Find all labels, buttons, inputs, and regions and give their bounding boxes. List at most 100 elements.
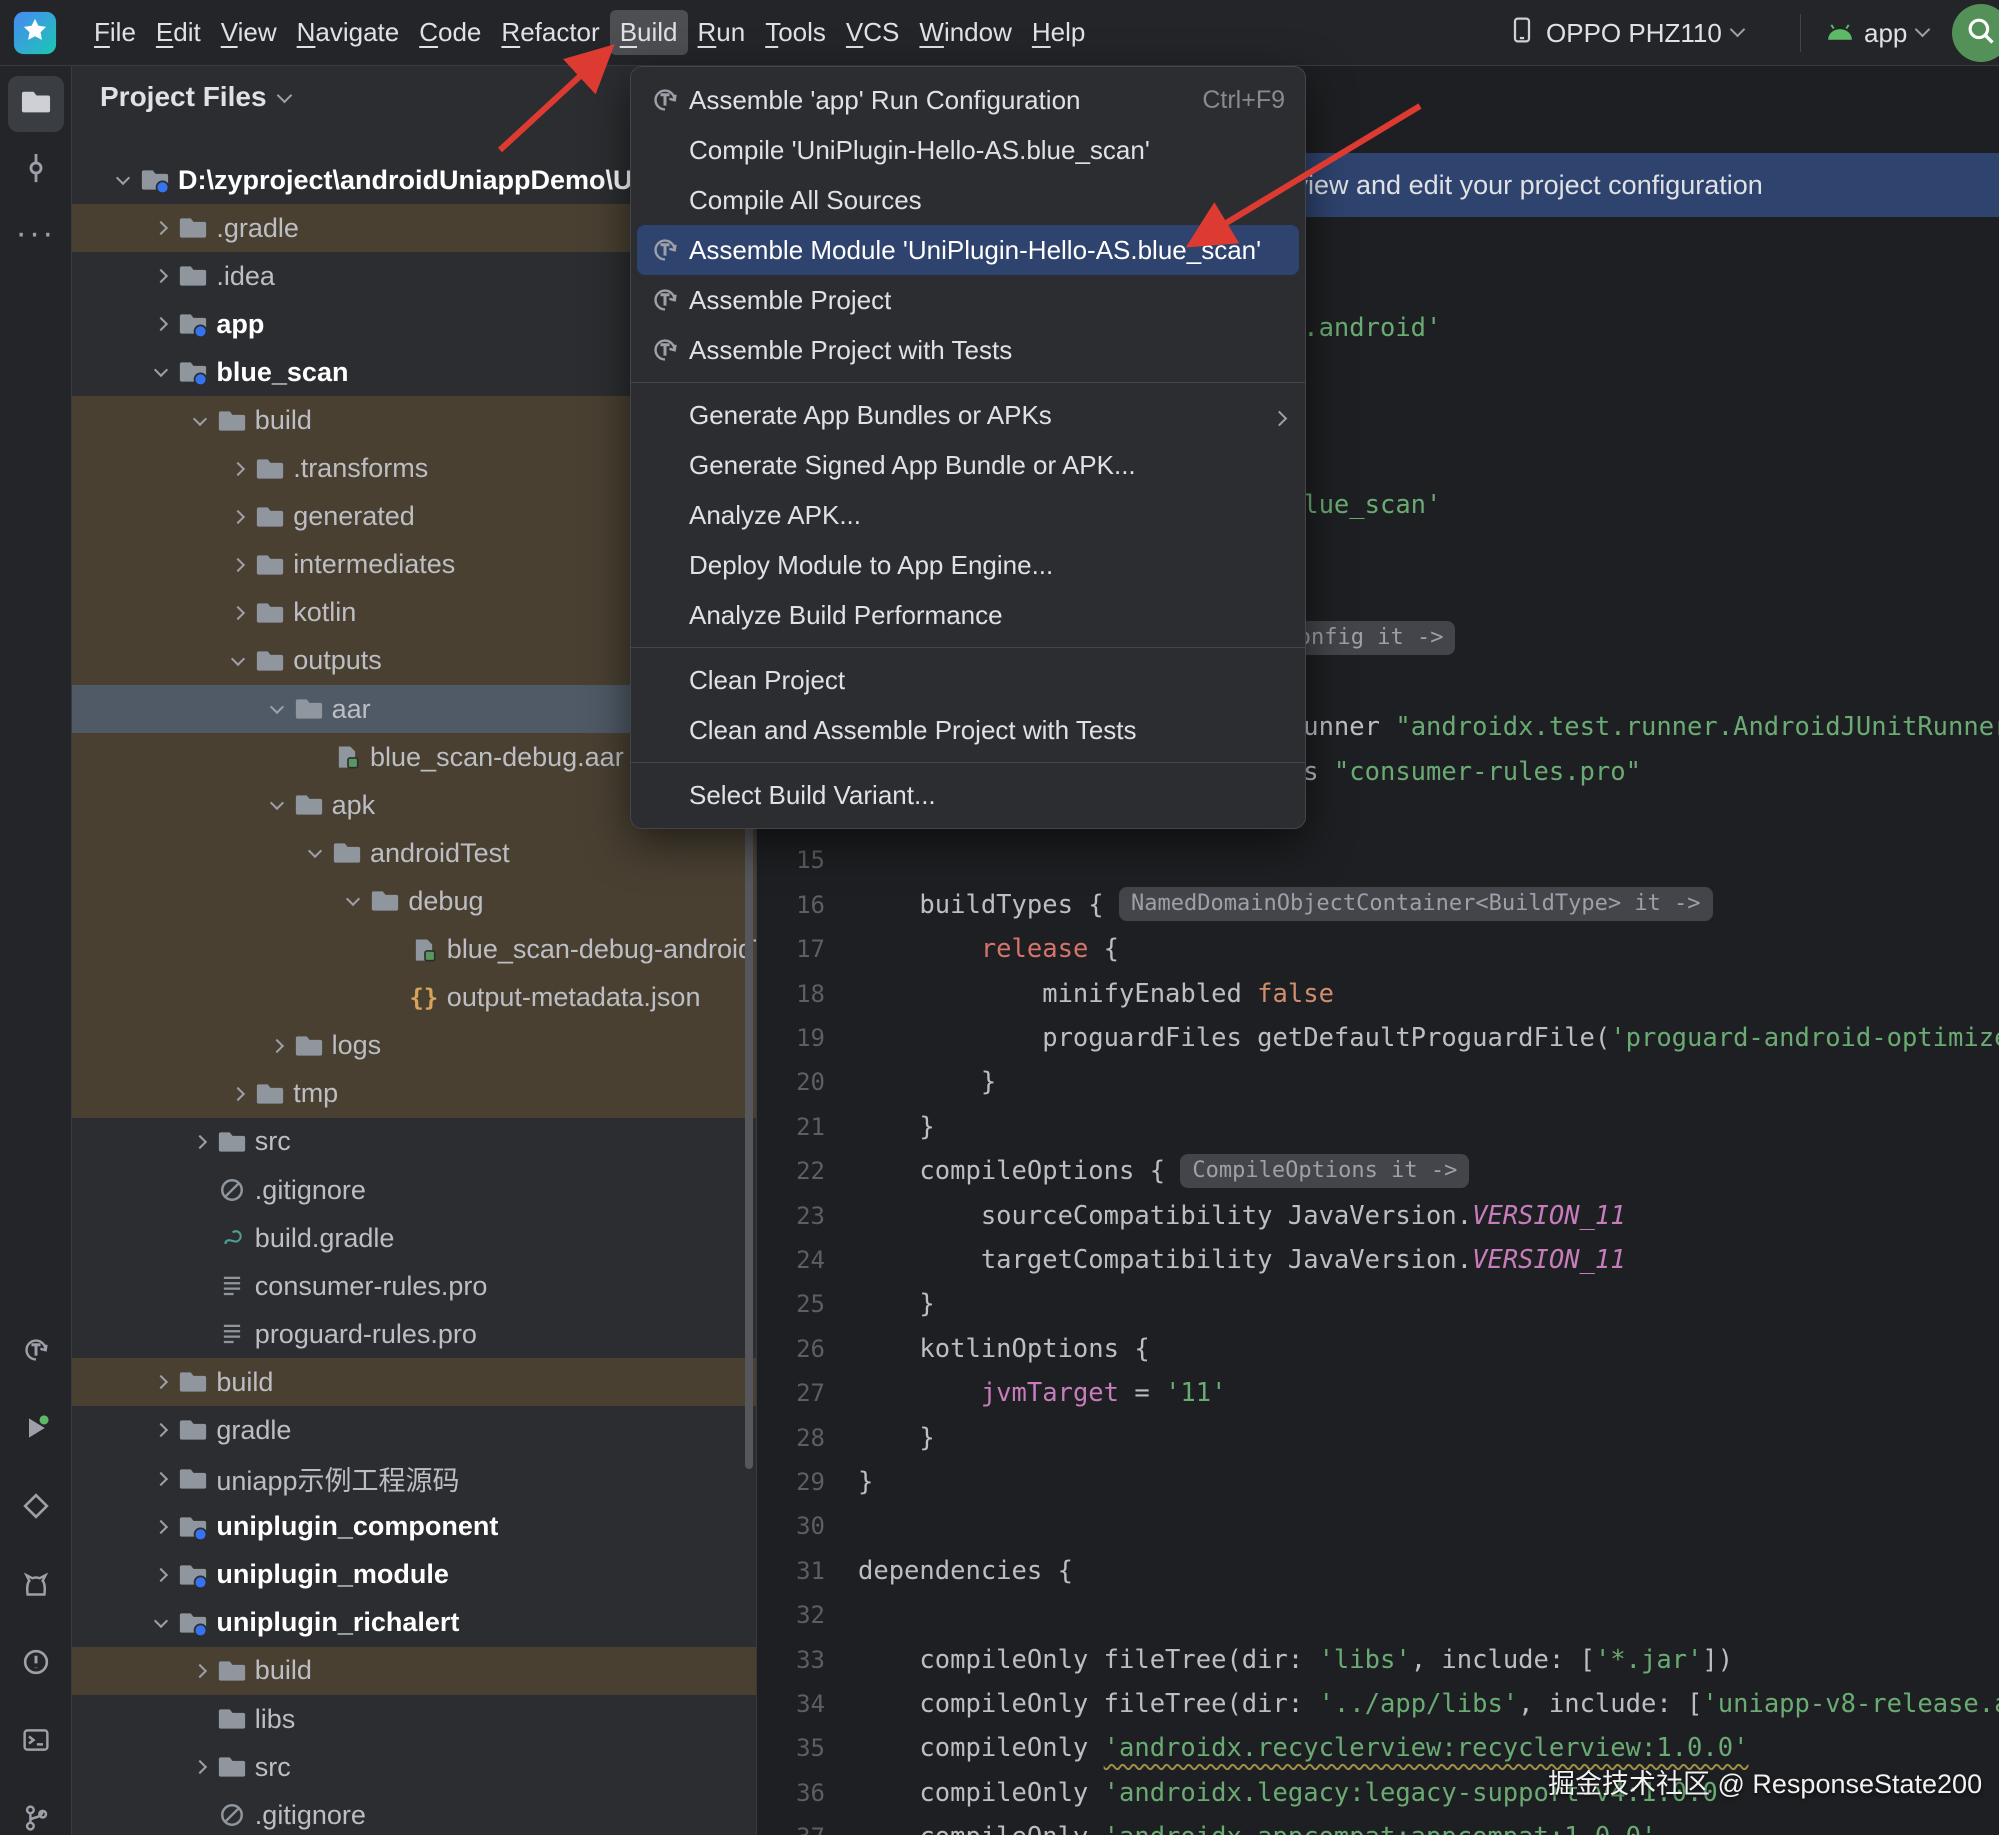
chevron-right-icon[interactable] [221, 1089, 255, 1099]
chevron-down-icon[interactable] [336, 898, 370, 904]
tree-item-debug[interactable]: debug [72, 877, 756, 925]
rail-git-branch-button[interactable] [8, 1792, 64, 1835]
build-menu-item-generate-signed-app-bundle-or-apk[interactable]: Generate Signed App Bundle or APK... [631, 440, 1305, 490]
tree-item-build[interactable]: build [72, 1647, 756, 1695]
folder-module-icon [178, 1561, 208, 1589]
menu-vcs[interactable]: VCS [836, 10, 909, 55]
tree-item-uniapp[interactable]: uniapp示例工程源码 [72, 1455, 756, 1503]
rail-profiler-button[interactable] [8, 1480, 64, 1536]
tree-item-label: logs [332, 1030, 382, 1061]
run-configuration-selector[interactable]: app [1826, 0, 1928, 66]
chevron-right-icon[interactable] [144, 1425, 178, 1435]
build-menu-item-clean-project[interactable]: Clean Project [631, 655, 1305, 705]
chevron-down-icon[interactable] [221, 658, 255, 664]
menu-code[interactable]: Code [409, 10, 491, 55]
menu-window[interactable]: Window [909, 10, 1021, 55]
tree-item-src[interactable]: src [72, 1118, 756, 1166]
tree-item-label: consumer-rules.pro [255, 1271, 488, 1302]
rail-terminal-button[interactable] [8, 1714, 64, 1770]
folder-icon [370, 887, 400, 915]
build-menu-item-analyze-apk[interactable]: Analyze APK... [631, 490, 1305, 540]
build-menu-item-compile-all-sources[interactable]: Compile All Sources [631, 175, 1305, 225]
tree-item-libs[interactable]: libs [72, 1695, 756, 1743]
chevron-right-icon[interactable] [260, 1041, 294, 1051]
build-menu-item-select-build-variant[interactable]: Select Build Variant... [631, 770, 1305, 820]
tree-item-label: aar [332, 694, 371, 725]
rail-commit-button[interactable] [8, 142, 64, 198]
tree-item-tmp[interactable]: tmp [72, 1070, 756, 1118]
menu-refactor[interactable]: Refactor [491, 10, 609, 55]
folder-icon [178, 1368, 208, 1396]
build-menu-item-analyze-build-performance[interactable]: Analyze Build Performance [631, 590, 1305, 640]
tree-item-gitignore[interactable]: .gitignore [72, 1166, 756, 1214]
chevron-right-icon[interactable] [144, 271, 178, 281]
chevron-down-icon[interactable] [144, 1620, 178, 1626]
tree-item-proguard-rules-pro[interactable]: proguard-rules.pro [72, 1310, 756, 1358]
menu-run[interactable]: Run [688, 10, 756, 55]
project-tree-scrollbar[interactable] [745, 792, 753, 1469]
rail-problems-button[interactable] [8, 1636, 64, 1692]
rail-run-tool-button[interactable] [8, 1402, 64, 1458]
search-button[interactable] [1952, 4, 1999, 62]
device-selector[interactable]: OPPO PHZ110 [1508, 0, 1743, 66]
tree-item-build[interactable]: build [72, 1358, 756, 1406]
tree-item-uniplugin-module[interactable]: uniplugin_module [72, 1551, 756, 1599]
chevron-down-icon [276, 87, 292, 103]
menu-view[interactable]: View [211, 10, 287, 55]
chevron-right-icon[interactable] [144, 319, 178, 329]
rail-project-folder-button[interactable] [8, 76, 64, 132]
tree-item-androidtest[interactable]: androidTest [72, 829, 756, 877]
menu-file[interactable]: File [84, 10, 146, 55]
menu-navigate[interactable]: Navigate [287, 10, 410, 55]
tree-item-gradle[interactable]: gradle [72, 1406, 756, 1454]
build-menu-item-assemble-app-run-configuration[interactable]: Assemble 'app' Run ConfigurationCtrl+F9 [631, 75, 1305, 125]
rail-build-tool-button[interactable] [8, 1324, 64, 1380]
chevron-right-icon[interactable] [144, 223, 178, 233]
code-line-20: 20 } [758, 1060, 1999, 1104]
chevron-down-icon[interactable] [144, 369, 178, 375]
tree-item-build-gradle[interactable]: build.gradle [72, 1214, 756, 1262]
chevron-right-icon[interactable] [144, 1522, 178, 1532]
tree-item-uniplugin-component[interactable]: uniplugin_component [72, 1503, 756, 1551]
tree-item-consumer-rules-pro[interactable]: consumer-rules.pro [72, 1262, 756, 1310]
tree-item-blue-scan-debug-androidte[interactable]: blue_scan-debug-androidTe [72, 926, 756, 974]
chevron-down-icon[interactable] [106, 177, 140, 183]
tree-item-src[interactable]: src [72, 1743, 756, 1791]
build-menu-item-generate-app-bundles-or-apks[interactable]: Generate App Bundles or APKs [631, 390, 1305, 440]
chevron-right-icon[interactable] [221, 608, 255, 618]
tree-item-label: debug [408, 886, 483, 917]
menu-help[interactable]: Help [1022, 10, 1095, 55]
build-menu-item-assemble-project[interactable]: Assemble Project [631, 275, 1305, 325]
tree-item-uniplugin-richalert[interactable]: uniplugin_richalert [72, 1599, 756, 1647]
chevron-down-icon[interactable] [260, 802, 294, 808]
chevron-right-icon[interactable] [183, 1666, 217, 1676]
build-menu-item-deploy-module-to-app-engine[interactable]: Deploy Module to App Engine... [631, 540, 1305, 590]
menu-item-label: Assemble 'app' Run Configuration [689, 85, 1081, 116]
chevron-down-icon[interactable] [260, 706, 294, 712]
rail-logcat-button[interactable] [8, 1558, 64, 1614]
folder-icon [255, 551, 285, 579]
build-menu-item-assemble-project-with-tests[interactable]: Assemble Project with Tests [631, 325, 1305, 375]
chevron-right-icon[interactable] [144, 1474, 178, 1484]
chevron-right-icon[interactable] [144, 1570, 178, 1580]
chevron-right-icon[interactable] [183, 1137, 217, 1147]
chevron-right-icon[interactable] [221, 560, 255, 570]
chevron-right-icon[interactable] [183, 1762, 217, 1772]
gradle-icon [217, 1225, 247, 1251]
build-menu-item-clean-and-assemble-project-with-tests[interactable]: Clean and Assemble Project with Tests [631, 705, 1305, 755]
build-menu-item-compile-uniplugin-hello-as-blue-scan[interactable]: Compile 'UniPlugin-Hello-AS.blue_scan' [631, 125, 1305, 175]
tree-item-logs[interactable]: logs [72, 1022, 756, 1070]
chevron-right-icon[interactable] [221, 464, 255, 474]
tree-item-output-metadata-json[interactable]: {}output-metadata.json [72, 974, 756, 1022]
menu-edit[interactable]: Edit [146, 10, 211, 55]
chevron-right-icon[interactable] [144, 1377, 178, 1387]
menu-build[interactable]: Build [610, 10, 688, 55]
rail-more-button[interactable]: ··· [8, 208, 64, 264]
chevron-right-icon[interactable] [221, 512, 255, 522]
build-menu-item-assemble-module-uniplugin-hello-as-blue-scan[interactable]: Assemble Module 'UniPlugin-Hello-AS.blue… [637, 225, 1299, 275]
chevron-down-icon[interactable] [298, 850, 332, 856]
folder-icon [294, 1032, 324, 1060]
menu-tools[interactable]: Tools [755, 10, 836, 55]
tree-item-gitignore[interactable]: .gitignore [72, 1791, 756, 1835]
chevron-down-icon[interactable] [183, 418, 217, 424]
